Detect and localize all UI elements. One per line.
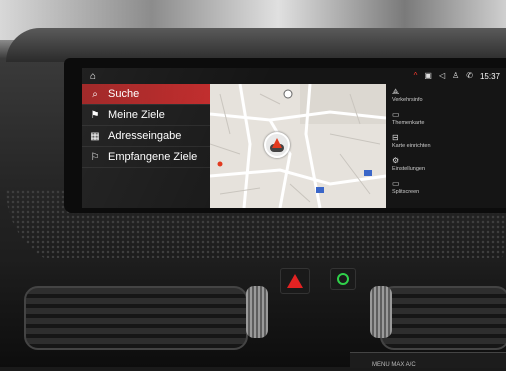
warning-chevron-icon: ^ bbox=[413, 71, 418, 80]
idrive-screen: ⌂ ^ ▣ ◁ ♙ ✆ 15:37 ⌕ Suche ⚑ Meine Ziele … bbox=[82, 68, 506, 208]
received-flag-icon: ⚐ bbox=[90, 151, 100, 163]
menu-item-empfangene-ziele[interactable]: ⚐ Empfangene Ziele bbox=[82, 147, 210, 168]
air-vent-left[interactable] bbox=[24, 286, 248, 350]
climate-button-labels: MENU MAX A/C bbox=[372, 362, 416, 368]
menu-item-suche[interactable]: ⌕ Suche bbox=[82, 84, 210, 105]
option-themenkarte[interactable]: ▭ Themenkarte bbox=[386, 107, 506, 130]
vehicle-position-marker bbox=[264, 132, 290, 158]
climate-button-strip[interactable]: MENU MAX A/C bbox=[350, 352, 506, 368]
navigation-menu: ⌕ Suche ⚑ Meine Ziele ▦ Adresseingabe ⚐ … bbox=[82, 84, 210, 208]
menu-item-label: Meine Ziele bbox=[108, 109, 165, 121]
option-karte-einrichten[interactable]: ⊟ Karte einrichten bbox=[386, 130, 506, 153]
gear-icon: ⚙ bbox=[392, 156, 400, 165]
splitscreen-icon: ▭ bbox=[392, 179, 400, 188]
option-label: Einstellungen bbox=[392, 166, 426, 172]
option-label: Verkehrsinfo bbox=[392, 97, 423, 103]
menu-item-meine-ziele[interactable]: ⚑ Meine Ziele bbox=[82, 105, 210, 126]
menu-item-label: Adresseingabe bbox=[108, 130, 182, 142]
status-indicators: ^ ▣ ◁ ♙ ✆ 15:37 bbox=[414, 71, 500, 81]
menu-item-adresseingabe[interactable]: ▦ Adresseingabe bbox=[82, 126, 210, 147]
traffic-icon: ⟁ bbox=[392, 87, 400, 96]
dashboard-top bbox=[6, 28, 506, 62]
console-green-button[interactable] bbox=[330, 268, 356, 290]
map-options-panel: ⟁ Verkehrsinfo ▭ Themenkarte ⊟ Karte ein… bbox=[386, 84, 506, 208]
nav-square-icon: ▣ bbox=[424, 71, 432, 80]
vent-knob-left[interactable] bbox=[246, 286, 268, 338]
option-label: Karte einrichten bbox=[392, 143, 431, 149]
map-streets bbox=[210, 84, 386, 208]
menu-item-label: Suche bbox=[108, 88, 140, 100]
air-vent-right[interactable] bbox=[380, 286, 506, 350]
clock: 15:37 bbox=[479, 71, 500, 81]
option-splitscreen[interactable]: ▭ Splitscreen bbox=[386, 176, 506, 199]
option-label: Themenkarte bbox=[392, 120, 425, 126]
hazard-button[interactable] bbox=[280, 268, 310, 294]
home-icon[interactable]: ⌂ bbox=[86, 70, 100, 82]
menu-item-label: Empfangene Ziele bbox=[108, 151, 198, 163]
green-ring-icon bbox=[337, 273, 349, 285]
map-theme-icon: ▭ bbox=[392, 110, 400, 119]
map-settings-icon: ⊟ bbox=[392, 133, 399, 142]
navigation-map[interactable] bbox=[210, 84, 386, 208]
hazard-triangle-icon bbox=[287, 274, 303, 288]
buildings-icon: ▦ bbox=[90, 130, 100, 142]
search-icon: ⌕ bbox=[92, 88, 98, 100]
flag-icon: ⚑ bbox=[90, 109, 100, 121]
signal-icon: ✆ bbox=[466, 71, 473, 80]
option-verkehrsinfo[interactable]: ⟁ Verkehrsinfo bbox=[386, 84, 506, 107]
status-bar: ⌂ ^ ▣ ◁ ♙ ✆ 15:37 bbox=[82, 68, 506, 84]
vent-knob-right[interactable] bbox=[370, 286, 392, 338]
user-icon: ♙ bbox=[452, 71, 460, 80]
option-einstellungen[interactable]: ⚙ Einstellungen bbox=[386, 153, 506, 176]
volume-icon: ◁ bbox=[438, 71, 446, 80]
option-label: Splitscreen bbox=[392, 189, 420, 195]
